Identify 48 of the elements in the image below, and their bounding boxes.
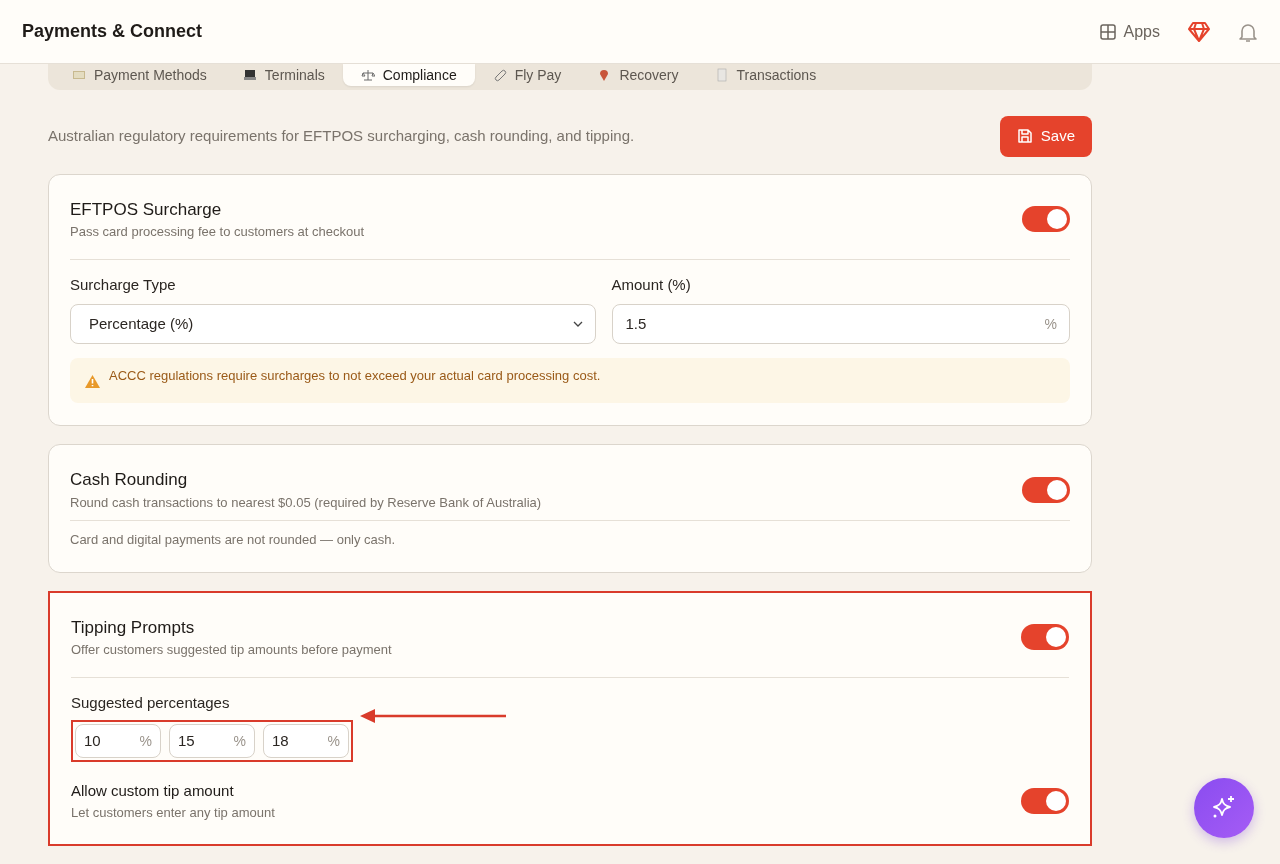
select-field[interactable]: Percentage (%) (70, 304, 596, 344)
toggle-switch[interactable] (1021, 788, 1069, 814)
app-title: Payments & Connect (22, 20, 203, 43)
warning-icon (84, 374, 101, 389)
toggle-switch[interactable] (1022, 206, 1070, 232)
assistant-button[interactable] (1194, 778, 1254, 838)
tab[interactable]: Fly Pay (474, 64, 580, 86)
chevron-down-icon (572, 321, 583, 327)
tab[interactable]: Transactions (696, 64, 835, 86)
section-title: Tipping Prompts (71, 616, 196, 639)
tab-icon (242, 68, 257, 82)
save-icon (1016, 128, 1033, 145)
save-button[interactable]: Save (999, 116, 1092, 157)
notification-icon[interactable] (1238, 21, 1258, 43)
percent-suffix: % (233, 731, 246, 751)
grid-icon (1099, 23, 1116, 40)
tab[interactable]: Payment Methods (54, 64, 225, 86)
tab-icon (72, 68, 86, 82)
field-label: Amount (%) (611, 274, 692, 295)
section-subtitle: Let customers enter any tip amount (71, 803, 275, 822)
field-label: Surcharge Type (70, 274, 177, 295)
tab[interactable]: Terminals (224, 64, 343, 86)
section-subtitle: Offer customers suggested tip amounts before payment (71, 641, 392, 659)
warning-text: ACCC regulations require surcharges to not exceed your actual card processing cost. (109, 367, 601, 385)
section-title: Allow custom tip amount (71, 781, 235, 801)
note-text: Card and digital payments are not rounded — only cash. (70, 531, 397, 549)
apps-button[interactable]: Apps (1099, 19, 1160, 44)
gem-icon[interactable] (1188, 22, 1210, 43)
toggle-switch[interactable] (1021, 624, 1069, 650)
percent-suffix: % (1044, 314, 1057, 334)
tab[interactable]: Compliance (342, 64, 475, 86)
section-title: Cash Rounding (70, 469, 189, 491)
tab-icon (492, 68, 507, 82)
section-subtitle: Pass card processing fee to customers at checkout (70, 223, 365, 241)
field-label: Suggested percentages (71, 692, 231, 713)
tab[interactable]: Recovery (579, 64, 697, 86)
tip-field[interactable]: 15 % (169, 724, 255, 758)
section-title: EFTPOS Surcharge (70, 198, 223, 221)
tab-icon (714, 68, 729, 82)
section-subtitle: Round cash transactions to nearest $0.05 (required by Reserve Bank of Australia) (70, 493, 542, 512)
toggle-switch[interactable] (1022, 476, 1070, 503)
tab-icon (360, 68, 375, 82)
percent-suffix: % (139, 731, 152, 751)
percent-suffix: % (327, 731, 340, 751)
description-text: Australian regulatory requirements for EFTPOS surcharging, cash rounding, and tipping. (48, 126, 635, 146)
tip-field[interactable]: 10 % (75, 724, 161, 758)
amount-field[interactable]: 1.5 % (611, 304, 1070, 344)
tip-field[interactable]: 18 % (263, 724, 349, 758)
